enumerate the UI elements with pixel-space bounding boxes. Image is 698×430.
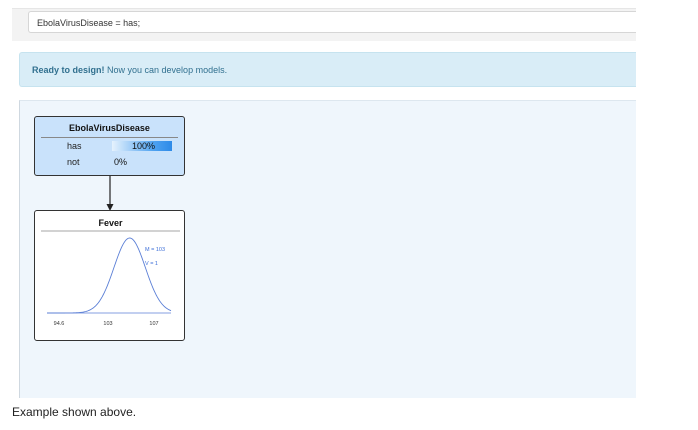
caption-text: Example shown above. [12, 405, 137, 419]
state-row-has[interactable]: has 100% [35, 139, 184, 153]
node-title: Fever [98, 218, 123, 228]
mean-label: M = 103 [145, 247, 165, 253]
status-alert: Ready to design! Now you can develop mod… [19, 52, 636, 87]
alert-message: Now you can develop models. [104, 65, 228, 75]
state-label: not [67, 157, 80, 167]
state-probability: 0% [114, 157, 128, 167]
variance-label: V = 1 [145, 261, 158, 267]
state-label: has [67, 141, 82, 151]
edge-arrow [106, 176, 114, 211]
evidence-input[interactable]: EbolaVirusDisease = has; [28, 11, 636, 33]
node-divider [41, 137, 178, 138]
fever-distribution-chart: Fever M = 103 V = 1 94.6 103 107 [41, 218, 180, 327]
x-tick-label: 94.6 [54, 321, 65, 327]
node-fever[interactable]: Fever M = 103 V = 1 94.6 103 107 [34, 210, 185, 341]
x-tick-label: 103 [103, 321, 112, 327]
x-tick-label: 107 [149, 321, 158, 327]
state-row-not[interactable]: not 0% [35, 155, 184, 169]
node-title: EbolaVirusDisease [69, 123, 150, 133]
alert-heading: Ready to design! [32, 65, 105, 75]
node-ebola-virus-disease[interactable]: EbolaVirusDisease has 100% not 0% [34, 116, 185, 176]
state-probability: 100% [132, 141, 156, 151]
